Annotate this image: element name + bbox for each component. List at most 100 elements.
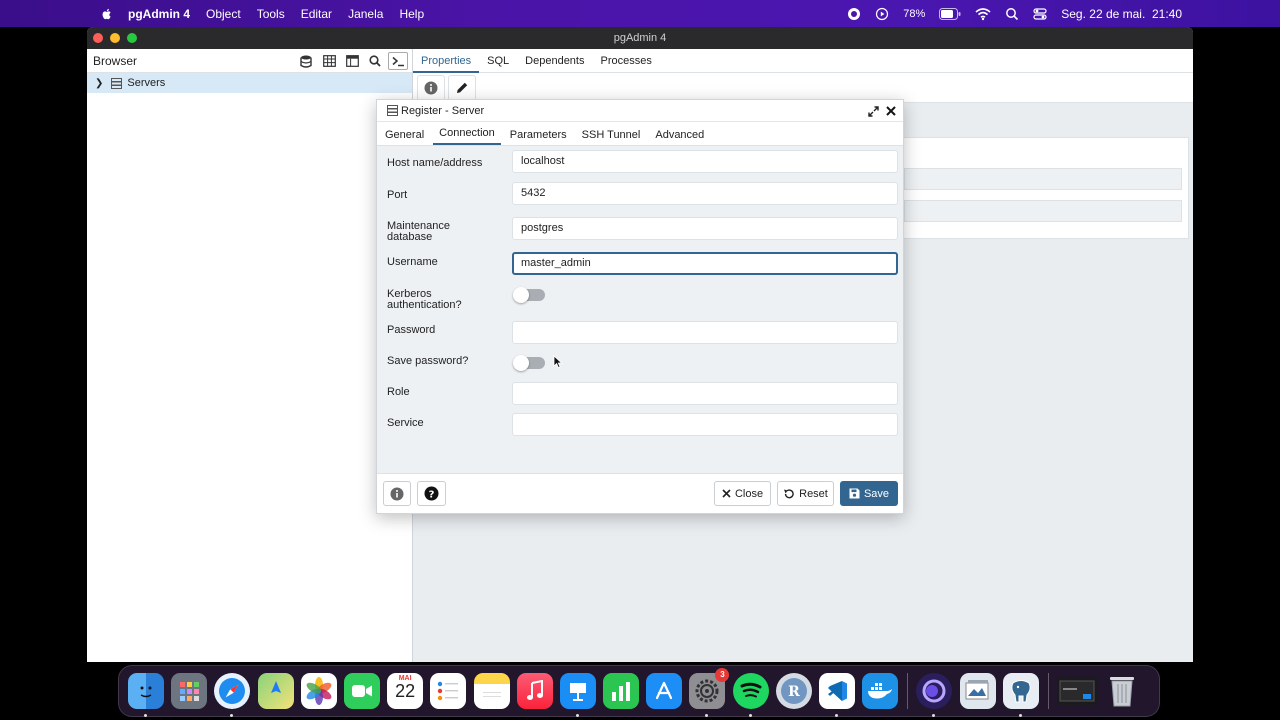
tab-advanced[interactable]: Advanced [649,129,710,145]
filtered-table-icon [345,55,359,67]
chevron-right-icon[interactable]: ❯ [95,78,103,89]
dock-numbers[interactable] [603,673,640,709]
wifi-icon[interactable] [975,7,991,21]
view-data-button[interactable] [319,52,339,70]
dock-terminal-window[interactable] [1056,677,1097,705]
browser-title: Browser [93,53,138,68]
dock-spotify[interactable] [732,673,769,717]
menu-app-name[interactable]: pgAdmin 4 [128,7,190,21]
gear-icon [695,679,719,703]
role-input[interactable] [512,382,898,405]
username-input[interactable]: master_admin [512,252,898,275]
running-indicator [748,714,752,717]
port-input[interactable]: 5432 [512,182,898,205]
control-center-icon[interactable] [1033,7,1047,21]
info-icon [390,487,404,500]
battery-icon[interactable] [939,7,961,20]
dock-pgadmin[interactable] [1002,673,1039,717]
search-objects-button[interactable] [365,52,385,70]
dock-rstudio[interactable]: R [775,673,812,709]
browser-header: Browser [87,49,412,73]
dock-docker[interactable] [862,673,899,709]
info-button[interactable] [417,74,445,101]
service-input[interactable] [512,413,898,436]
dock-vscode[interactable] [819,673,855,717]
tab-sql[interactable]: SQL [479,49,517,73]
close-window-button[interactable] [93,33,103,43]
psql-tool-button[interactable] [388,52,408,70]
menu-tools[interactable]: Tools [257,7,285,21]
dock-screen-recorder[interactable] [916,673,953,717]
play-circle-icon[interactable] [875,7,889,21]
maintenance-db-label: Maintenance database [387,221,507,243]
dock: MAI 22 3 R [118,665,1160,717]
dock-reminders[interactable] [430,673,467,709]
save-button[interactable]: Save [840,481,898,506]
tab-properties[interactable]: Properties [413,49,480,73]
running-indicator [575,714,579,717]
filter-rows-button[interactable] [342,52,362,70]
record-icon[interactable] [847,7,861,21]
menu-janela[interactable]: Janela [348,7,383,21]
tab-general[interactable]: General [379,129,430,145]
menu-clock[interactable]: Seg. 22 de mai. 21:40 [1061,7,1182,21]
server-group-icon [111,77,123,89]
tree-node-servers[interactable]: ❯ Servers [87,73,412,93]
host-label: Host name/address [387,157,483,169]
battery-percent: 78% [903,7,926,20]
search-icon [369,55,381,67]
dock-notes[interactable] [473,673,510,709]
finder-icon [140,686,152,698]
edit-button[interactable] [448,74,476,101]
video-camera-icon [351,685,372,697]
minimize-window-button[interactable] [110,33,120,43]
menu-object[interactable]: Object [206,7,241,21]
kerberos-label-line2: authentication? [387,299,462,311]
close-dialog-button[interactable] [883,103,899,119]
settings-badge: 3 [715,668,730,682]
info-icon [424,81,438,94]
query-tool-button[interactable] [296,52,316,70]
menu-editar[interactable]: Editar [301,7,332,21]
tab-processes[interactable]: Processes [592,49,659,73]
apple-icon[interactable] [100,7,114,21]
spotlight-search-icon[interactable] [1005,7,1019,21]
dock-system-settings[interactable]: 3 [689,668,730,717]
dock-preview[interactable] [959,673,996,709]
zoom-window-button[interactable] [127,33,137,43]
dock-finder[interactable] [128,673,164,717]
photos-flower-icon [306,677,332,705]
maintenance-db-input[interactable]: postgres [512,217,898,240]
preview-photos-icon [965,680,989,700]
tab-connection[interactable]: Connection [433,127,501,145]
menu-help[interactable]: Help [399,7,424,21]
app-store-icon [656,681,673,700]
dock-facetime[interactable] [343,673,380,709]
dock-maps[interactable] [257,673,294,709]
kerberos-toggle[interactable] [513,287,545,303]
dock-trash[interactable] [1104,673,1140,709]
info-button[interactable] [383,481,411,506]
save-password-toggle[interactable] [513,355,545,371]
tab-ssh-tunnel[interactable]: SSH Tunnel [576,129,647,145]
tab-dependents[interactable]: Dependents [517,49,592,73]
dock-app-store[interactable] [646,673,683,709]
dock-launchpad[interactable] [171,673,208,709]
dock-photos[interactable] [300,673,337,709]
port-label: Port [387,189,408,201]
dock-music[interactable] [516,673,553,709]
host-input[interactable]: localhost [512,150,898,173]
reset-button[interactable]: Reset [777,481,834,506]
help-button[interactable]: ? [417,481,446,506]
properties-row [904,168,1182,190]
dialog-titlebar[interactable]: Register - Server [377,100,903,122]
trash-icon [1110,677,1135,707]
dock-calendar[interactable]: MAI 22 [387,673,424,709]
maximize-dialog-button[interactable] [865,103,881,119]
dock-keynote[interactable] [559,673,596,717]
music-note-icon [526,680,543,700]
password-input[interactable] [512,321,898,344]
dock-safari[interactable] [214,673,251,717]
close-button[interactable]: Close [714,481,771,506]
tab-parameters[interactable]: Parameters [504,129,573,145]
